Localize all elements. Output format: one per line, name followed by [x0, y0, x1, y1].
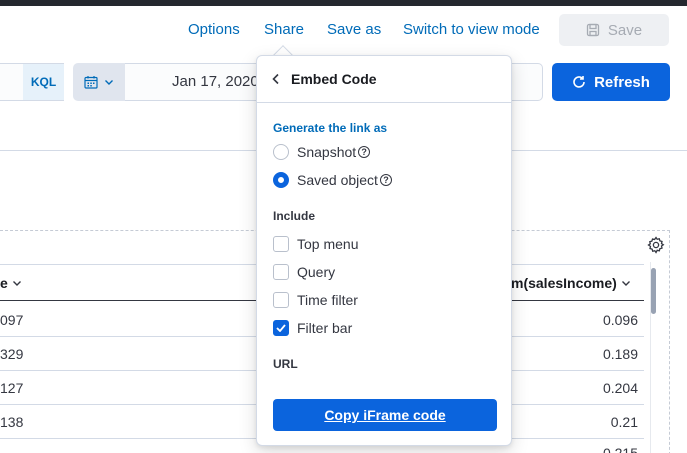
snapshot-radio[interactable]: Snapshot ? — [273, 143, 371, 161]
table-cell: 138 — [0, 414, 24, 430]
top-menu-checkbox-box[interactable] — [273, 236, 289, 252]
question-icon[interactable]: ? — [379, 174, 392, 186]
switch-to-view-mode-link[interactable]: Switch to view mode — [403, 21, 540, 38]
save-button-label: Save — [607, 21, 643, 39]
refresh-button[interactable]: Refresh — [552, 63, 670, 101]
filter-bar-checkbox[interactable]: Filter bar — [273, 319, 352, 337]
popover-title: Embed Code — [291, 71, 377, 87]
share-link[interactable]: Share — [264, 21, 304, 38]
query-checkbox-box[interactable] — [273, 264, 289, 280]
column-header-left[interactable]: e — [0, 275, 22, 291]
table-cell: 0.189 — [602, 346, 638, 362]
saved-object-radio-button[interactable] — [273, 172, 289, 188]
snapshot-radio-button[interactable] — [273, 144, 289, 160]
column-header-sales-income-label: m(salesIncome) — [511, 275, 617, 291]
chevron-down-icon — [621, 281, 630, 286]
options-link[interactable]: Options — [188, 21, 240, 38]
top-menu-label: Top menu — [297, 236, 359, 252]
calendar-icon — [84, 76, 98, 89]
popover-header[interactable]: Embed Code — [257, 56, 511, 103]
chevron-left-icon[interactable] — [271, 73, 281, 85]
refresh-icon — [573, 76, 585, 88]
query-checkbox[interactable]: Query — [273, 263, 335, 281]
column-header-sales-income[interactable]: m(salesIncome) — [511, 275, 631, 291]
refresh-label: Refresh — [594, 73, 650, 91]
gear-icon[interactable] — [646, 235, 666, 255]
table-cell: 0.204 — [602, 380, 638, 396]
time-filter-checkbox-box[interactable] — [273, 292, 289, 308]
saved-object-label: Saved object — [297, 172, 378, 188]
start-date[interactable]: Jan 17, 2020 — [172, 73, 259, 90]
checkmark-icon — [276, 324, 286, 332]
filter-bar-checkbox-box[interactable] — [273, 320, 289, 336]
copy-iframe-code-button[interactable]: Copy iFrame code — [273, 399, 497, 431]
include-label: Include — [273, 209, 316, 223]
top-app-bar — [0, 0, 687, 6]
table-cell: 0.215 — [602, 445, 638, 453]
top-menu-checkbox[interactable]: Top menu — [273, 235, 358, 253]
save-as-link[interactable]: Save as — [327, 21, 381, 38]
query-language-button[interactable]: KQL — [23, 63, 64, 101]
url-label: URL — [273, 357, 298, 371]
scrollbar-thumb[interactable] — [651, 268, 656, 314]
generate-link-label: Generate the link as — [273, 121, 388, 135]
save-icon — [586, 23, 600, 37]
time-filter-checkbox[interactable]: Time filter — [273, 291, 358, 309]
chevron-down-icon — [105, 80, 113, 85]
query-language-label: KQL — [30, 75, 57, 89]
filter-bar-label: Filter bar — [297, 320, 353, 336]
snapshot-label: Snapshot — [297, 144, 357, 160]
table-cell: 0.21 — [610, 414, 638, 430]
table-cell: 0.096 — [602, 312, 638, 328]
saved-object-radio[interactable]: Saved object ? — [273, 171, 392, 189]
question-icon[interactable]: ? — [358, 146, 371, 158]
embed-code-popover: Embed Code Generate the link as Snapshot… — [256, 55, 512, 446]
table-cell: 097 — [0, 312, 24, 328]
date-quick-menu-button[interactable] — [73, 63, 125, 101]
column-header-left-label: e — [0, 275, 8, 291]
save-button[interactable]: Save — [559, 14, 669, 46]
table-cell: 329 — [0, 346, 24, 362]
table-cell: 127 — [0, 380, 24, 396]
query-label: Query — [297, 264, 336, 280]
time-filter-label: Time filter — [297, 292, 358, 308]
chevron-down-icon — [12, 281, 21, 286]
